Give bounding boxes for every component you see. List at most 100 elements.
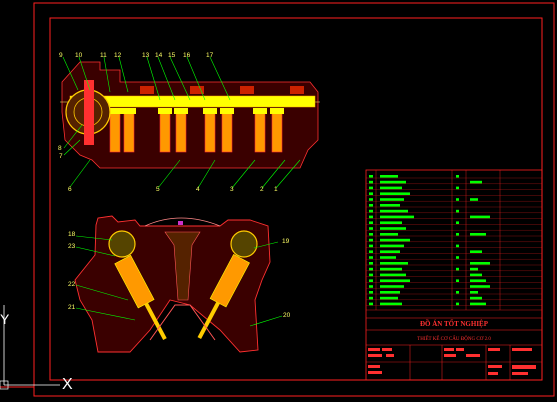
table-cell-qty [456, 256, 459, 259]
table-cell-material [470, 302, 486, 306]
table-cell-material [470, 262, 490, 265]
part-label: 16 [183, 52, 191, 59]
table-cell-material [470, 267, 478, 271]
part-label: 11 [100, 52, 107, 59]
table-cell-number [369, 285, 373, 288]
table-cell-text [380, 221, 402, 224]
part-label: 21 [68, 304, 76, 311]
table-cell-number [369, 296, 373, 300]
table-cell-material [470, 250, 482, 253]
table-cell-number [369, 302, 373, 306]
part-label: 4 [196, 186, 200, 193]
part-label: 13 [142, 52, 150, 59]
part-label: 7 [59, 153, 63, 160]
part-label: 17 [206, 52, 214, 59]
part-label: 9 [59, 52, 63, 59]
table-cell-number [369, 279, 373, 282]
table-cell-text [380, 227, 406, 230]
table-cell-text [380, 273, 406, 277]
table-cell-text [380, 279, 410, 282]
table-cell-number [369, 291, 373, 294]
table-cell-qty [456, 244, 459, 248]
table-cell-text [380, 192, 410, 195]
project-title: ĐỒ ÁN TỐT NGHIỆP [420, 320, 489, 328]
ucs-axis-icon: Y X [0, 305, 73, 393]
drawing-title: THIẾT KẾ CƠ CẤU ĐỘNG CƠ 2.0 [417, 336, 491, 342]
table-cell-text [380, 180, 406, 184]
table-cell-material [470, 215, 490, 219]
table-cell-text [380, 285, 404, 288]
table-cell-number [369, 186, 373, 190]
part-label: 19 [282, 238, 290, 245]
table-cell-number [369, 238, 373, 242]
table-cell-material [470, 279, 486, 282]
x-axis-mark: X [62, 376, 73, 393]
table-cell-material [470, 233, 486, 236]
table-cell-text [380, 175, 398, 178]
table-cell-qty [456, 233, 459, 236]
table-cell-material [470, 180, 482, 184]
part-label: 10 [75, 52, 83, 59]
table-cell-qty [456, 186, 459, 190]
cad-drawing-canvas[interactable]: 9 10 11 12 13 14 15 16 17 8 7 6 5 4 3 2 … [0, 0, 557, 402]
table-cell-number [369, 244, 373, 248]
table-cell-number [369, 267, 373, 271]
table-cell-text [380, 204, 400, 207]
table-cell-number [369, 250, 373, 253]
section-view [74, 215, 271, 353]
table-cell-number [369, 192, 373, 195]
table-cell-qty [456, 209, 459, 213]
table-cell-qty [456, 279, 459, 282]
table-cell-material [470, 296, 482, 300]
table-cell-text [380, 186, 402, 190]
part-label: 5 [156, 186, 160, 193]
table-cell-number [369, 180, 373, 184]
table-cell-number [369, 262, 373, 265]
table-cell-text [380, 267, 402, 271]
table-cell-material [470, 273, 482, 277]
part-label: 2 [260, 186, 264, 193]
table-cell-qty [456, 291, 459, 294]
table-cell-number [369, 209, 373, 213]
part-label: 12 [114, 52, 122, 59]
top-view-assembly [60, 61, 320, 169]
table-cell-material [470, 198, 478, 201]
table-cell-material [470, 291, 478, 294]
table-cell-number [369, 256, 373, 259]
table-cell-text [380, 291, 400, 294]
table-cell-qty [456, 267, 459, 271]
table-cell-text [380, 209, 408, 213]
table-cell-number [369, 233, 373, 236]
part-label: 8 [58, 145, 62, 152]
table-cell-qty [456, 221, 459, 224]
table-cell-text [380, 296, 398, 300]
part-label: 15 [168, 52, 176, 59]
table-cell-text [380, 238, 410, 242]
part-label: 18 [68, 231, 76, 238]
y-axis-label: Y [0, 311, 10, 327]
table-cell-number [369, 198, 373, 201]
table-cell-text [380, 302, 402, 306]
table-cell-text [380, 198, 404, 201]
part-label: 20 [283, 312, 291, 319]
table-cell-qty [456, 302, 459, 306]
table-cell-text [380, 256, 396, 259]
table-cell-text [380, 250, 400, 253]
part-label: 23 [68, 243, 76, 250]
title-block: ĐỒ ÁN TỐT NGHIỆP THIẾT KẾ CƠ CẤU ĐỘNG CƠ… [366, 317, 542, 380]
part-label: 6 [68, 186, 72, 193]
table-cell-number [369, 273, 373, 277]
table-cell-number [369, 215, 373, 219]
table-cell-text [380, 233, 398, 236]
table-cell-text [380, 244, 404, 248]
table-cell-number [369, 227, 373, 230]
table-cell-number [369, 221, 373, 224]
table-cell-qty [456, 175, 459, 178]
part-label: 1 [274, 186, 278, 193]
table-cell-text [380, 262, 408, 265]
table-cell-text [380, 215, 414, 219]
table-cell-qty [456, 198, 459, 201]
table-cell-number [369, 204, 373, 207]
table-cell-number [369, 175, 373, 178]
table-cell-material [470, 285, 490, 288]
